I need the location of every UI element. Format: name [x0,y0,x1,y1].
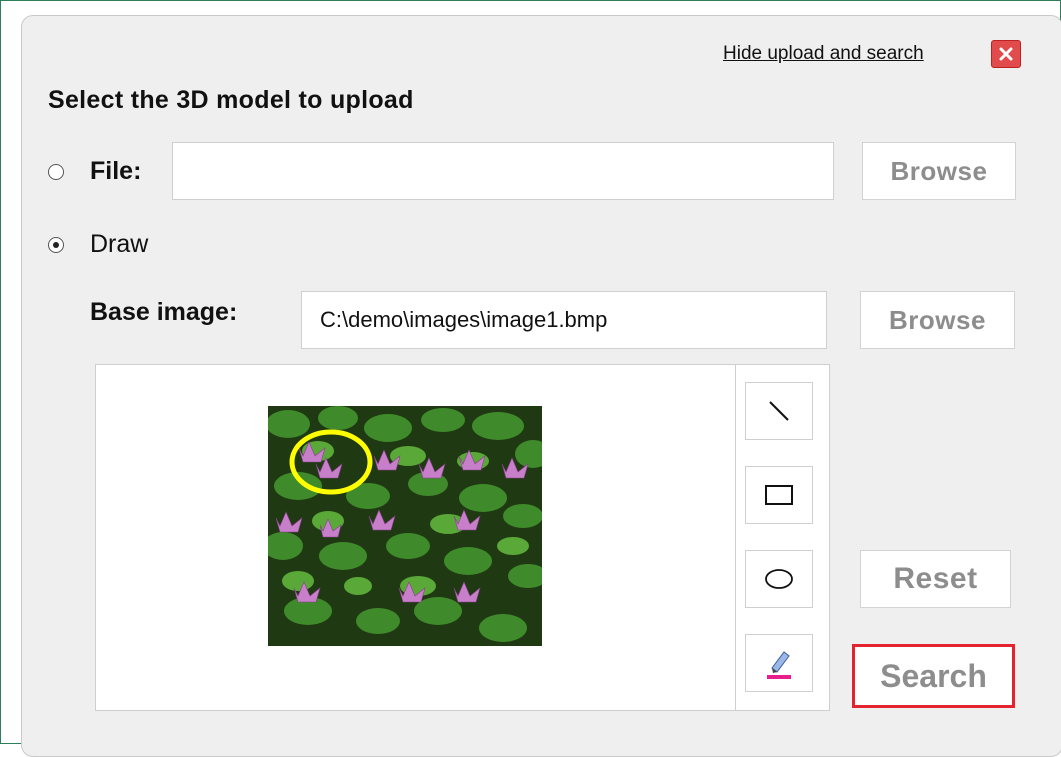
page-title: Select the 3D model to upload [48,86,414,114]
file-browse-button[interactable]: Browse [862,142,1016,200]
file-label: File: [90,157,142,185]
close-icon[interactable] [991,40,1021,68]
ellipse-tool-icon[interactable] [745,550,813,608]
base-image-input[interactable]: C:\demo\images\image1.bmp [301,291,827,349]
draw-radio[interactable] [48,237,64,253]
draw-label: Draw [90,230,149,258]
base-image-browse-button[interactable]: Browse [860,291,1015,349]
line-tool-icon[interactable] [745,382,813,440]
base-image-label: Base image: [90,298,238,326]
hide-upload-search-link[interactable]: Hide upload and search [723,43,924,65]
search-button[interactable]: Search [852,644,1015,708]
file-radio[interactable] [48,164,64,180]
file-path-input[interactable] [172,142,834,200]
base-image-preview[interactable] [268,406,542,646]
rectangle-tool-icon[interactable] [745,466,813,524]
reset-button[interactable]: Reset [860,550,1011,608]
eraser-tool-icon[interactable] [745,634,813,692]
